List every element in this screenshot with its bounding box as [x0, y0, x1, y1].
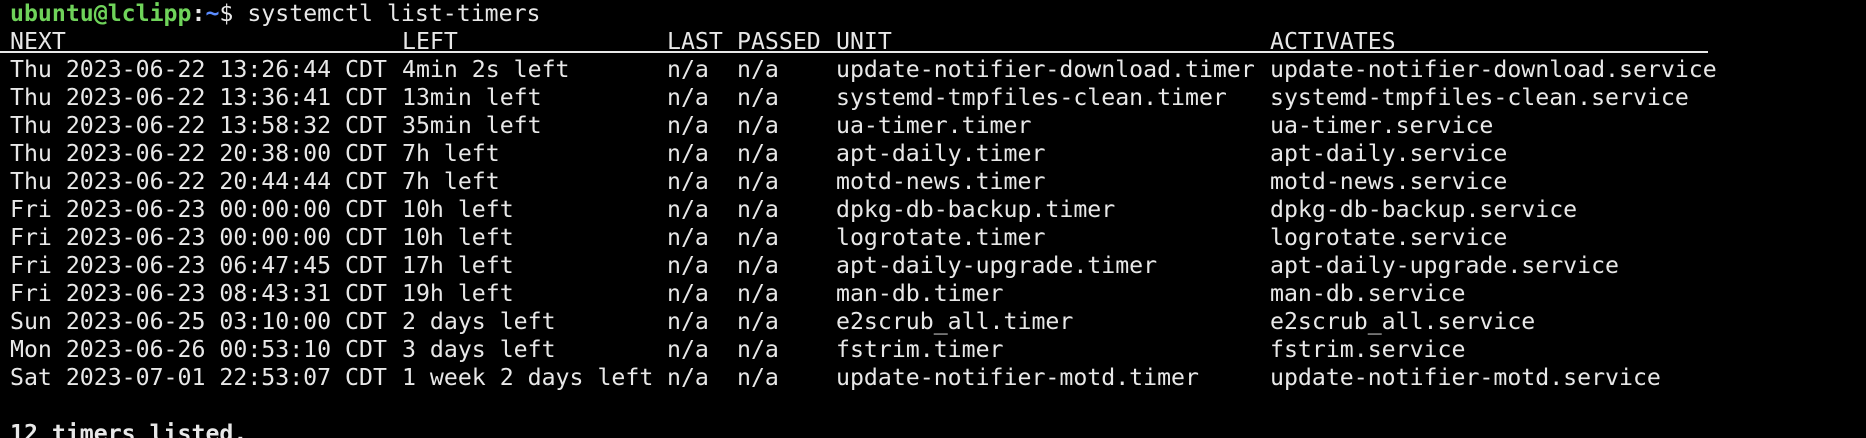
header-underline	[0, 51, 1708, 53]
cell-passed: n/a	[737, 336, 779, 363]
prompt-user-host: ubuntu@lclipp	[10, 0, 192, 27]
cell-activates: man-db.service	[1270, 280, 1466, 307]
cell-left: 10h left	[402, 224, 514, 251]
cell-left: 7h left	[402, 168, 500, 195]
cell-left: 4min 2s left	[402, 56, 570, 83]
cell-unit: update-notifier-motd.timer	[836, 364, 1199, 391]
cell-last: n/a	[667, 224, 709, 251]
cell-next: Thu 2023-06-22 13:58:32 CDT	[10, 112, 387, 139]
prompt-dollar: $	[219, 0, 234, 27]
cell-last: n/a	[667, 112, 709, 139]
cell-activates: fstrim.service	[1270, 336, 1466, 363]
table-row: Fri 2023-06-23 06:47:45 CDT 17h left n/a…	[10, 252, 1866, 280]
cell-left: 7h left	[402, 140, 500, 167]
cell-activates: apt-daily.service	[1270, 140, 1508, 167]
cell-unit: motd-news.timer	[836, 168, 1046, 195]
cell-next: Sat 2023-07-01 22:53:07 CDT	[10, 364, 387, 391]
cell-last: n/a	[667, 84, 709, 111]
prompt-path: ~	[205, 0, 220, 27]
table-row: Thu 2023-06-22 20:38:00 CDT 7h left n/a …	[10, 140, 1866, 168]
cell-next: Thu 2023-06-22 20:38:00 CDT	[10, 140, 387, 167]
terminal-window[interactable]: ubuntu@lclipp:~$ systemctl list-timers N…	[0, 0, 1866, 438]
cell-unit: ua-timer.timer	[836, 112, 1032, 139]
cell-left: 2 days left	[402, 308, 556, 335]
cell-left: 10h left	[402, 196, 514, 223]
table-row: Thu 2023-06-22 20:44:44 CDT 7h left n/a …	[10, 168, 1866, 196]
cell-left: 35min left	[402, 112, 542, 139]
cell-last: n/a	[667, 364, 709, 391]
cell-left: 1 week 2 days left	[402, 364, 654, 391]
table-row: Thu 2023-06-22 13:26:44 CDT 4min 2s left…	[10, 56, 1866, 84]
timer-table-body: Thu 2023-06-22 13:26:44 CDT 4min 2s left…	[10, 56, 1866, 392]
cell-last: n/a	[667, 308, 709, 335]
table-row: Mon 2023-06-26 00:53:10 CDT 3 days left …	[10, 336, 1866, 364]
cell-next: Thu 2023-06-22 13:36:41 CDT	[10, 84, 387, 111]
cell-activates: update-notifier-download.service	[1270, 56, 1717, 83]
table-row: Sun 2023-06-25 03:10:00 CDT 2 days left …	[10, 308, 1866, 336]
prompt-line: ubuntu@lclipp:~$ systemctl list-timers	[10, 0, 1866, 28]
cell-passed: n/a	[737, 308, 779, 335]
cell-activates: dpkg-db-backup.service	[1270, 196, 1578, 223]
cell-unit: update-notifier-download.timer	[836, 56, 1255, 83]
command-text: systemctl list-timers	[233, 0, 541, 27]
cell-activates: motd-news.service	[1270, 168, 1508, 195]
cell-passed: n/a	[737, 168, 779, 195]
cell-unit: fstrim.timer	[836, 336, 1004, 363]
cell-last: n/a	[667, 196, 709, 223]
cell-left: 13min left	[402, 84, 542, 111]
cell-last: n/a	[667, 252, 709, 279]
table-row: Fri 2023-06-23 00:00:00 CDT 10h left n/a…	[10, 196, 1866, 224]
table-row: Thu 2023-06-22 13:58:32 CDT 35min left n…	[10, 112, 1866, 140]
cell-left: 3 days left	[402, 336, 556, 363]
cell-activates: apt-daily-upgrade.service	[1270, 252, 1620, 279]
cell-passed: n/a	[737, 364, 779, 391]
cell-unit: apt-daily.timer	[836, 140, 1046, 167]
cell-last: n/a	[667, 280, 709, 307]
table-row: Thu 2023-06-22 13:36:41 CDT 13min left n…	[10, 84, 1866, 112]
cell-last: n/a	[667, 336, 709, 363]
cell-left: 17h left	[402, 252, 514, 279]
cell-unit: e2scrub_all.timer	[836, 308, 1074, 335]
cell-next: Sun 2023-06-25 03:10:00 CDT	[10, 308, 387, 335]
cell-passed: n/a	[737, 112, 779, 139]
cell-left: 19h left	[402, 280, 514, 307]
cell-unit: man-db.timer	[836, 280, 1004, 307]
cell-passed: n/a	[737, 196, 779, 223]
cell-unit: apt-daily-upgrade.timer	[836, 252, 1158, 279]
table-row: Fri 2023-06-23 08:43:31 CDT 19h left n/a…	[10, 280, 1866, 308]
cell-unit: logrotate.timer	[836, 224, 1046, 251]
cell-unit: dpkg-db-backup.timer	[836, 196, 1116, 223]
cell-next: Thu 2023-06-22 13:26:44 CDT	[10, 56, 387, 83]
cell-next: Mon 2023-06-26 00:53:10 CDT	[10, 336, 387, 363]
cell-next: Thu 2023-06-22 20:44:44 CDT	[10, 168, 387, 195]
cell-passed: n/a	[737, 252, 779, 279]
cell-activates: update-notifier-motd.service	[1270, 364, 1661, 391]
cell-next: Fri 2023-06-23 06:47:45 CDT	[10, 252, 387, 279]
cell-passed: n/a	[737, 84, 779, 111]
cell-passed: n/a	[737, 224, 779, 251]
prompt-separator: :	[191, 0, 206, 27]
cell-next: Fri 2023-06-23 00:00:00 CDT	[10, 196, 387, 223]
cell-passed: n/a	[737, 140, 779, 167]
cell-activates: logrotate.service	[1270, 224, 1508, 251]
cell-last: n/a	[667, 168, 709, 195]
cell-next: Fri 2023-06-23 08:43:31 CDT	[10, 280, 387, 307]
cell-next: Fri 2023-06-23 00:00:00 CDT	[10, 224, 387, 251]
cell-passed: n/a	[737, 56, 779, 83]
table-row: Fri 2023-06-23 00:00:00 CDT 10h left n/a…	[10, 224, 1866, 252]
cell-last: n/a	[667, 140, 709, 167]
cell-last: n/a	[667, 56, 709, 83]
cell-activates: ua-timer.service	[1270, 112, 1494, 139]
cell-activates: systemd-tmpfiles-clean.service	[1270, 84, 1689, 111]
cell-passed: n/a	[737, 280, 779, 307]
cell-activates: e2scrub_all.service	[1270, 308, 1536, 335]
summary-line: 12 timers listed.	[10, 420, 248, 438]
table-row: Sat 2023-07-01 22:53:07 CDT 1 week 2 day…	[10, 364, 1866, 392]
cell-unit: systemd-tmpfiles-clean.timer	[836, 84, 1227, 111]
